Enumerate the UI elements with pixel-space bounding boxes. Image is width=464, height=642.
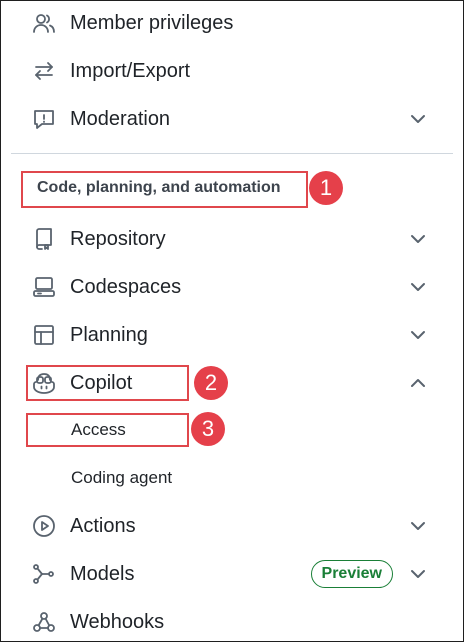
callout-badge-3: 3 (191, 412, 225, 446)
ai-model-icon (31, 561, 57, 587)
settings-sidebar: Member privileges Import/Export Moderati… (0, 0, 464, 642)
divider (11, 153, 453, 154)
sidebar-item-label: Models (70, 562, 135, 585)
callout-badge-1: 1 (309, 171, 343, 205)
chevron-down-icon[interactable] (409, 517, 427, 535)
sidebar-item-import-export[interactable]: Import/Export (31, 51, 433, 91)
sidebar-item-label: Import/Export (70, 59, 191, 82)
people-icon (31, 10, 57, 36)
chevron-down-icon[interactable] (409, 565, 427, 583)
chevron-down-icon[interactable] (409, 278, 427, 296)
sidebar-subitem-coding-agent[interactable]: Coding agent (71, 463, 172, 493)
sidebar-item-label: Moderation (70, 107, 171, 130)
sidebar-item-moderation[interactable]: Moderation (31, 99, 433, 139)
sidebar-item-label: Member privileges (70, 11, 234, 34)
repo-icon (31, 226, 57, 252)
chevron-down-icon[interactable] (409, 326, 427, 344)
arrow-switch-icon (31, 58, 57, 84)
play-icon (31, 513, 57, 539)
sidebar-item-codespaces[interactable]: Codespaces (31, 267, 433, 307)
sidebar-item-label: Codespaces (70, 275, 182, 298)
preview-badge: Preview (310, 560, 393, 588)
sidebar-item-member-privileges[interactable]: Member privileges (31, 3, 433, 43)
webhook-icon (31, 609, 57, 635)
sidebar-item-webhooks[interactable]: Webhooks (31, 602, 433, 641)
sidebar-item-repository[interactable]: Repository (31, 219, 433, 259)
report-icon (31, 106, 57, 132)
sidebar-item-label: Webhooks (70, 610, 165, 633)
sidebar-item-planning[interactable]: Planning (31, 315, 433, 355)
sidebar-item-label: Repository (70, 227, 166, 250)
callout-badge-2: 2 (194, 366, 228, 400)
sidebar-item-label: Actions (70, 514, 136, 537)
table-icon (31, 322, 57, 348)
highlight-box-2 (26, 365, 189, 401)
sidebar-item-label: Planning (70, 323, 148, 346)
highlight-box-3 (26, 413, 189, 447)
highlight-box-1 (21, 171, 308, 208)
chevron-down-icon[interactable] (409, 110, 427, 128)
chevron-down-icon[interactable] (409, 230, 427, 248)
codespaces-icon (31, 274, 57, 300)
sidebar-item-actions[interactable]: Actions (31, 506, 433, 546)
chevron-up-icon[interactable] (409, 374, 427, 392)
